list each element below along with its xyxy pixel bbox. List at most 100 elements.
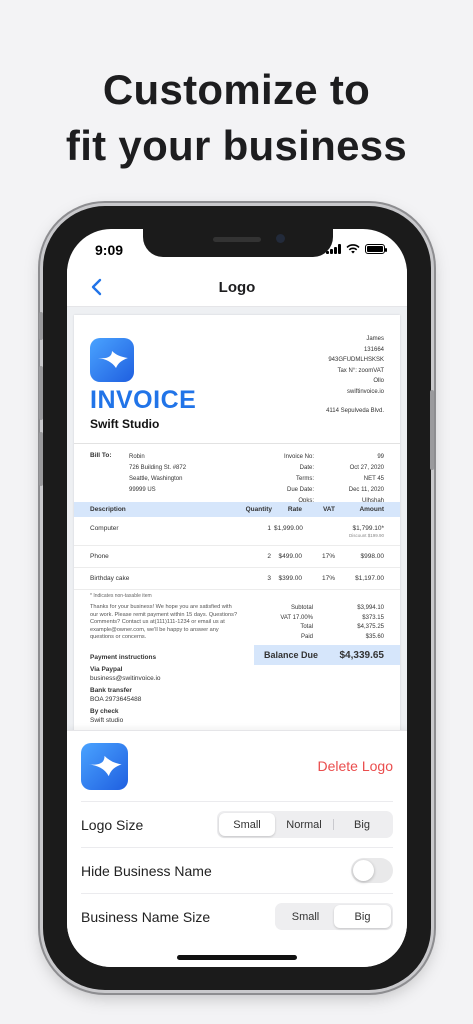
- status-time: 9:09: [95, 242, 124, 258]
- invoice-meta-values: 99 Oct 27, 2020 NET 45 Dec 11, 2020 Ulhs…: [314, 452, 384, 507]
- total-label: VAT 17.00%: [280, 614, 313, 621]
- non-taxable-note: * Indicates non-taxable item: [90, 593, 152, 599]
- hide-business-name-row: Hide Business Name: [81, 847, 393, 893]
- meta-value: Oct 27, 2020: [349, 465, 384, 471]
- item-amount: $998.00: [360, 553, 385, 560]
- total-label: Subtotal: [290, 605, 313, 611]
- mute-switch: [39, 312, 43, 340]
- invoice-document: INVOICE Swift Studio James 131664 943GFU…: [74, 315, 400, 735]
- delete-logo-button[interactable]: Delete Logo: [317, 758, 393, 774]
- paypal-title: Via Paypal: [90, 666, 123, 673]
- divider: [74, 443, 400, 444]
- logo-size-label: Logo Size: [81, 817, 144, 833]
- name-size-small-option[interactable]: Small: [277, 905, 334, 928]
- invoice-business-name: Swift Studio: [90, 417, 160, 431]
- sender-line: 943GFUDMLHSKSK: [328, 357, 384, 363]
- col-amount: Amount: [359, 506, 384, 513]
- bill-to-line: Seattle, Washington: [129, 476, 183, 482]
- headline-line-2: fit your business: [65, 122, 408, 169]
- total-value: $3,994.10: [357, 605, 384, 611]
- check-title: By check: [90, 708, 119, 715]
- speaker-grille: [213, 237, 261, 242]
- bill-to-label: Bill To:: [90, 452, 112, 459]
- logo-size-row: Logo Size Small Normal Big: [81, 801, 393, 847]
- invoice-meta-labels: Invoice No: Date: Terms: Due Date: Opks:: [274, 452, 314, 507]
- sender-line: James: [366, 336, 384, 342]
- wifi-icon: [346, 244, 360, 254]
- total-value: $4,375.25: [357, 624, 384, 631]
- meta-label: Terms:: [296, 476, 314, 482]
- items-table-header: Description Quantity Rate VAT Amount: [74, 502, 400, 517]
- name-size-big-option[interactable]: Big: [334, 905, 391, 928]
- business-name-size-row: Business Name Size Small Big: [81, 893, 393, 939]
- headline: Customize to fit your business: [0, 62, 473, 174]
- item-qty: 3: [267, 575, 271, 582]
- nav-title: Logo: [218, 279, 256, 296]
- meta-value: NET 45: [363, 476, 384, 482]
- payment-instructions: Payment instructions Via Paypal business…: [90, 650, 161, 725]
- logo-size-normal-option[interactable]: Normal: [275, 813, 333, 836]
- item-vat: 17%: [321, 553, 335, 560]
- meta-label: Due Date:: [286, 487, 314, 493]
- sender-info: James 131664 943GFUDMLHSKSK Tax N°: zoom…: [326, 334, 384, 417]
- toggle-knob: [353, 860, 374, 881]
- bill-to-line: Robin: [129, 454, 145, 460]
- sender-line: Tax N°: zoomVAT: [337, 367, 384, 374]
- sender-line: 131664: [363, 346, 384, 353]
- swift-bird-logo-icon: [90, 338, 134, 382]
- phone-screen: 9:09 Logo INVOICE Swift Studio James 131…: [67, 229, 407, 967]
- item-desc: Phone: [90, 553, 109, 560]
- item-rate: $1,999.00: [274, 525, 303, 532]
- power-button: [430, 390, 434, 470]
- swift-bird-logo-icon[interactable]: [81, 743, 128, 790]
- sender-line: swiftinvoice.io: [346, 388, 384, 395]
- headline-line-1: Customize to: [102, 66, 371, 113]
- logo-settings-sheet: Delete Logo Logo Size Small Normal Big H…: [67, 730, 407, 967]
- meta-value: Dec 11, 2020: [348, 487, 384, 493]
- table-row: Computer 1 $1,999.00 $1,799.10* Discount…: [74, 518, 400, 546]
- meta-label: Date:: [299, 465, 314, 471]
- item-amount: $1,799.10*: [352, 525, 384, 532]
- hide-business-name-toggle[interactable]: [351, 858, 393, 883]
- balance-due-value: $4,339.65: [339, 650, 385, 661]
- invoice-preview-area: INVOICE Swift Studio James 131664 943GFU…: [67, 307, 407, 735]
- front-camera: [276, 234, 285, 243]
- nav-bar: Logo: [67, 269, 407, 307]
- item-rate: $499.00: [278, 553, 303, 560]
- totals-values: $3,994.10 $373.15 $4,375.25 $35.60: [324, 604, 384, 642]
- col-vat: VAT: [322, 506, 335, 513]
- item-vat: 17%: [321, 575, 335, 582]
- meta-label: Invoice No:: [283, 454, 314, 460]
- item-amount: $1,197.00: [355, 575, 384, 582]
- logo-size-big-option[interactable]: Big: [334, 813, 390, 836]
- battery-icon: [365, 244, 387, 254]
- item-qty: 2: [267, 553, 271, 560]
- balance-due-box: Balance Due $4,339.65: [254, 645, 400, 665]
- item-desc: Computer: [90, 525, 119, 532]
- thanks-message: Thanks for your business! We hope you ar…: [90, 604, 238, 641]
- payment-title: Payment instructions: [90, 654, 157, 661]
- business-name-size-segmented-control[interactable]: Small Big: [275, 903, 393, 930]
- meta-value: 99: [377, 454, 384, 460]
- bill-to-address: Robin 726 Building St. #872 Seattle, Was…: [129, 452, 186, 496]
- item-rate: $399.00: [278, 575, 303, 582]
- bank-title: Bank transfer: [90, 687, 132, 694]
- logo-size-small-option[interactable]: Small: [219, 813, 275, 836]
- paypal-value: business@switinvoice.io: [90, 675, 161, 682]
- col-rate: Rate: [287, 506, 302, 513]
- sender-line: Ollo: [373, 378, 384, 384]
- item-qty: 1: [267, 525, 271, 532]
- item-discount: Discount $199.90: [348, 533, 384, 538]
- balance-due-label: Balance Due: [264, 650, 319, 660]
- volume-up-button: [39, 366, 43, 420]
- status-icons: [326, 244, 387, 254]
- col-quantity: Quantity: [245, 506, 272, 513]
- bank-value: BOA 2973645488: [90, 696, 142, 703]
- home-indicator[interactable]: [177, 955, 297, 960]
- logo-size-segmented-control[interactable]: Small Normal Big: [217, 811, 393, 838]
- check-value: Swift studio: [90, 717, 124, 724]
- invoice-title: INVOICE: [90, 386, 197, 414]
- hide-business-name-label: Hide Business Name: [81, 863, 212, 879]
- sender-line: 4114 Sepulveda Blvd.: [326, 408, 384, 414]
- col-description: Description: [90, 506, 126, 513]
